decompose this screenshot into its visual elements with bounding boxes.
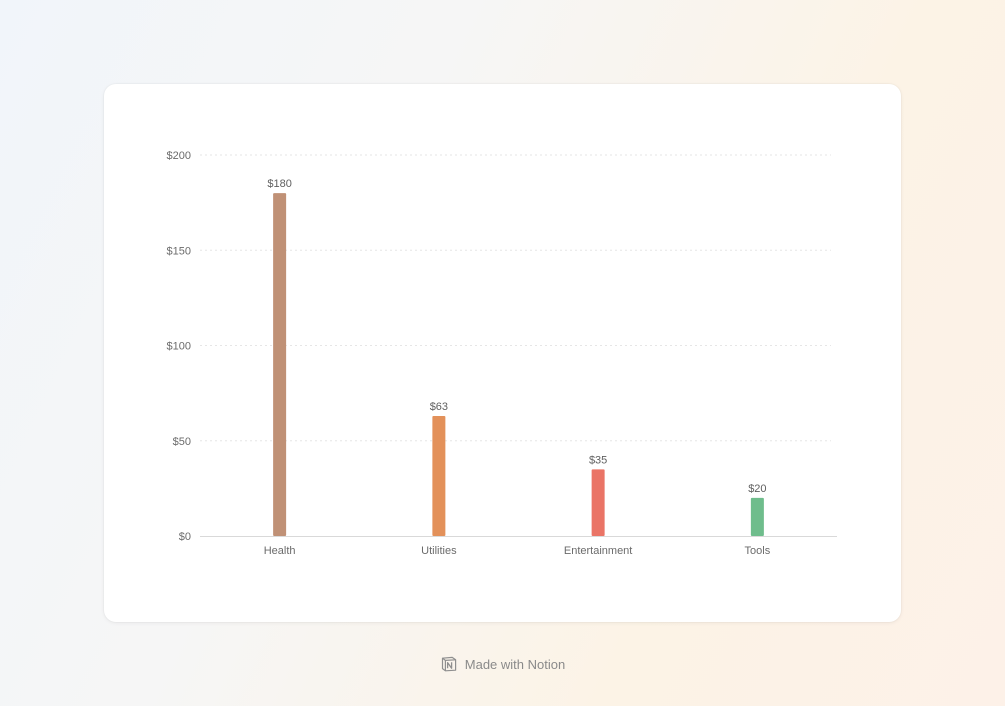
notion-logo-icon: [441, 656, 456, 672]
x-tick-label: Entertainment: [564, 545, 632, 557]
bar: [432, 415, 446, 536]
data-label: $35: [589, 454, 607, 466]
y-tick-label: $200: [167, 150, 191, 162]
bar-chart: $0 $50 $100 $150 $200 $180 Health $63 Utilities $…: [167, 150, 837, 557]
data-label: $63: [430, 401, 448, 413]
x-tick-label: Tools: [745, 545, 771, 557]
y-tick-label: $0: [179, 531, 191, 543]
chart-card: $0 $50 $100 $150 $200 $180 Health $63 Utilities $…: [104, 84, 901, 622]
data-label: $20: [748, 483, 766, 495]
x-tick-label: Utilities: [421, 545, 457, 557]
y-tick-label: $50: [173, 436, 191, 448]
data-label: $180: [267, 178, 291, 190]
footer-text: Made with Notion: [464, 656, 566, 672]
x-tick-label: Health: [264, 545, 296, 557]
bar: [273, 193, 287, 536]
bar: [750, 497, 764, 536]
bar: [591, 469, 605, 536]
made-with-notion-footer[interactable]: Made with Notion: [0, 652, 1005, 676]
y-tick-label: $150: [167, 245, 191, 257]
y-tick-label: $100: [167, 341, 191, 353]
